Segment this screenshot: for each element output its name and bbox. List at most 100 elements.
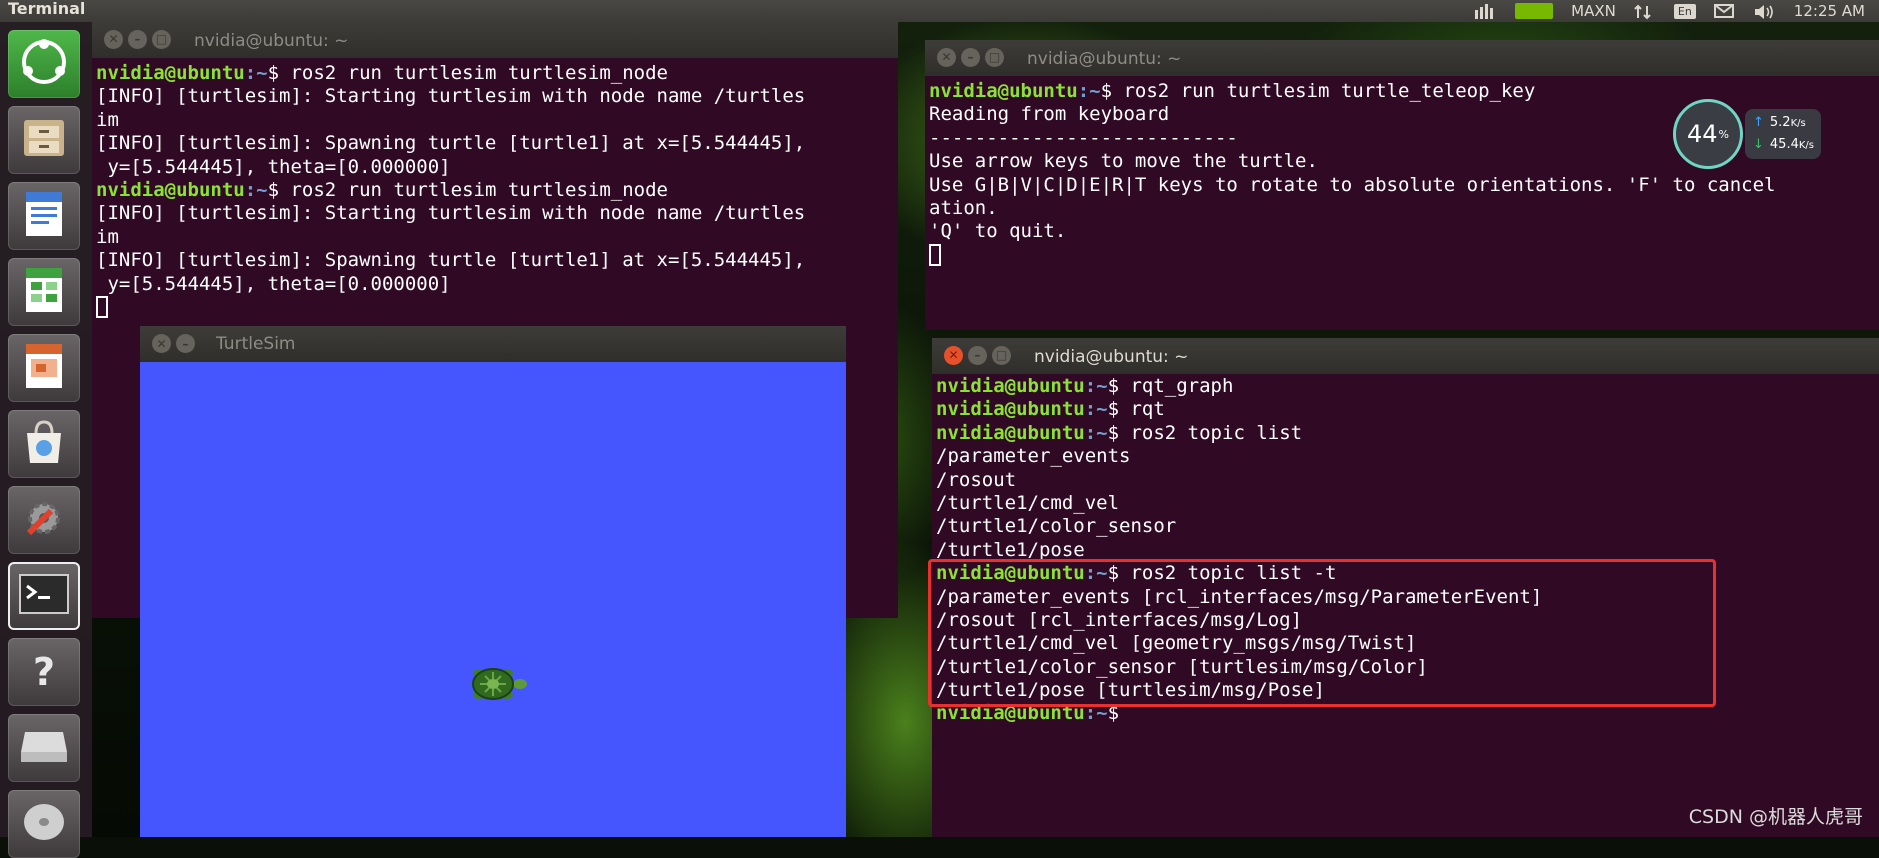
launcher-disk[interactable]	[8, 790, 80, 858]
command-text: $ ros2 run turtlesim turtlesim_node	[267, 178, 668, 201]
shopping-bag-icon	[23, 419, 65, 469]
terminal-line: /rosout	[936, 469, 1879, 492]
prompt-path: :~	[1084, 398, 1108, 421]
output-text: [INFO] [turtlesim]: Starting turtlesim w…	[96, 202, 806, 225]
command-text: $ rqt	[1107, 398, 1165, 421]
minimize-button[interactable]: –	[961, 48, 980, 67]
unity-launcher: ?	[0, 22, 92, 858]
window-title: TurtleSim	[216, 334, 296, 354]
download-speed: 45.4	[1769, 137, 1799, 152]
titlebar[interactable]: ✕ – □ nvidia@ubuntu: ~	[925, 40, 1879, 76]
titlebar[interactable]: ✕ – □ nvidia@ubuntu: ~	[932, 338, 1879, 374]
top-panel: Terminal MAXN En 12:25 AM	[0, 0, 1879, 22]
upload-speed: 5.2	[1769, 115, 1791, 130]
command-text: $ ros2 topic list	[1107, 421, 1303, 444]
output-text: /rosout	[936, 468, 1017, 491]
output-text: 'Q' to quit.	[929, 220, 1067, 243]
highlight-box	[928, 559, 1716, 707]
output-text: [INFO] [turtlesim]: Spawning turtle [tur…	[96, 249, 806, 272]
output-text: im	[96, 225, 119, 248]
text-cursor	[929, 243, 941, 266]
output-text: y=[5.544445], theta=[0.000000]	[96, 155, 451, 178]
output-text: [INFO] [turtlesim]: Starting turtlesim w…	[96, 85, 806, 108]
terminal-line: nvidia@ubuntu:~$ ros2 topic list	[936, 422, 1879, 445]
gpu-mode-label[interactable]: MAXN	[1571, 2, 1616, 20]
terminal-line: im	[96, 226, 898, 249]
output-text: /turtle1/cmd_vel	[936, 491, 1120, 514]
ubuntu-logo-icon	[21, 39, 67, 89]
turtlesim-window[interactable]: ✕ – TurtleSim	[140, 326, 846, 837]
titlebar[interactable]: ✕ – □ nvidia@ubuntu: ~	[92, 22, 898, 58]
launcher-settings[interactable]	[8, 486, 80, 554]
help-question-icon: ?	[32, 650, 56, 694]
network-activity-icon[interactable]	[1475, 3, 1497, 19]
terminal-line: ation.	[929, 197, 1879, 220]
prompt-user: nvidia@ubuntu	[936, 421, 1085, 444]
file-cabinet-icon	[21, 116, 67, 164]
keyboard-layout-indicator[interactable]: En	[1673, 3, 1696, 19]
close-button[interactable]: ✕	[944, 346, 963, 365]
nvidia-logo-icon[interactable]	[1515, 3, 1554, 19]
launcher-software-center[interactable]	[8, 410, 80, 478]
minimize-button[interactable]: –	[128, 30, 147, 49]
window-title: nvidia@ubuntu: ~	[1034, 347, 1189, 367]
prompt-path: :~	[1084, 421, 1108, 444]
minimize-button[interactable]: –	[176, 334, 195, 353]
mail-icon[interactable]	[1713, 3, 1736, 19]
command-text: $ ros2 run turtlesim turtle_teleop_key	[1100, 80, 1536, 102]
terminal-line: [INFO] [turtlesim]: Spawning turtle [tur…	[96, 132, 898, 155]
output-text: Use G|B|V|C|D|E|R|T keys to rotate to ab…	[929, 173, 1776, 196]
close-button[interactable]: ✕	[937, 48, 956, 67]
launcher-impress[interactable]	[8, 334, 80, 402]
titlebar[interactable]: ✕ – TurtleSim	[140, 326, 846, 362]
launcher-calc[interactable]	[8, 258, 80, 326]
cpu-usage-value: 44	[1687, 120, 1718, 148]
network-updown-icon[interactable]	[1634, 4, 1656, 19]
close-button[interactable]: ✕	[152, 334, 171, 353]
terminal-line: y=[5.544445], theta=[0.000000]	[96, 156, 898, 179]
output-text: /turtle1/color_sensor	[936, 515, 1177, 538]
launcher-writer[interactable]	[8, 182, 80, 250]
terminal-line: [INFO] [turtlesim]: Starting turtlesim w…	[96, 202, 898, 225]
terminal-line: [INFO] [turtlesim]: Spawning turtle [tur…	[96, 249, 898, 272]
prompt-path: :~	[244, 178, 268, 201]
terminal-line: /turtle1/color_sensor	[936, 515, 1879, 538]
drive-icon	[19, 728, 69, 768]
launcher-terminal[interactable]	[8, 562, 80, 630]
prompt-path: :~	[1077, 80, 1101, 102]
terminal-line: nvidia@ubuntu:~$ ros2 run turtlesim turt…	[96, 179, 898, 202]
terminal-line: nvidia@ubuntu:~$ ros2 run turtlesim turt…	[96, 62, 898, 85]
turtlesim-canvas[interactable]	[140, 362, 846, 837]
close-button[interactable]: ✕	[104, 30, 123, 49]
output-text: /turtle1/pose	[936, 538, 1085, 561]
active-app-title: Terminal	[8, 0, 86, 18]
document-writer-icon	[24, 190, 64, 242]
terminal-output[interactable]: nvidia@ubuntu:~$ ros2 run turtlesim turt…	[96, 62, 898, 319]
dash-home-button[interactable]	[8, 30, 80, 98]
clock[interactable]: 12:25 AM	[1794, 2, 1865, 20]
upload-unit: K/s	[1790, 118, 1806, 129]
maximize-button[interactable]: □	[152, 30, 171, 49]
maximize-button[interactable]: □	[985, 48, 1004, 67]
terminal-window-2[interactable]: ✕ – □ nvidia@ubuntu: ~ nvidia@ubuntu:~$ …	[925, 40, 1879, 330]
window-title: nvidia@ubuntu: ~	[194, 31, 349, 51]
minimize-button[interactable]: –	[968, 346, 987, 365]
output-text: [INFO] [turtlesim]: Spawning turtle [tur…	[96, 132, 806, 155]
command-text: $ rqt_graph	[1107, 375, 1234, 397]
prompt-path: :~	[1084, 375, 1108, 397]
launcher-drive[interactable]	[8, 714, 80, 782]
system-monitor-widget[interactable]: 44% ↑ 5.2K/s ↓ 45.4K/s	[1673, 99, 1821, 169]
upload-arrow-icon: ↑	[1753, 115, 1764, 130]
turtle-sprite	[472, 668, 527, 700]
volume-icon[interactable]	[1754, 4, 1776, 19]
prompt-user: nvidia@ubuntu	[929, 80, 1078, 102]
terminal-line: /turtle1/cmd_vel	[936, 492, 1879, 515]
launcher-files[interactable]	[8, 106, 80, 174]
output-text: y=[5.544445], theta=[0.000000]	[96, 272, 451, 295]
launcher-help[interactable]: ?	[8, 638, 80, 706]
terminal-line: Use G|B|V|C|D|E|R|T keys to rotate to ab…	[929, 174, 1879, 197]
window-title: nvidia@ubuntu: ~	[1027, 49, 1182, 69]
output-text: Use arrow keys to move the turtle.	[929, 150, 1318, 173]
terminal-line: nvidia@ubuntu:~$ rqt	[936, 398, 1879, 421]
maximize-button[interactable]: □	[992, 346, 1011, 365]
